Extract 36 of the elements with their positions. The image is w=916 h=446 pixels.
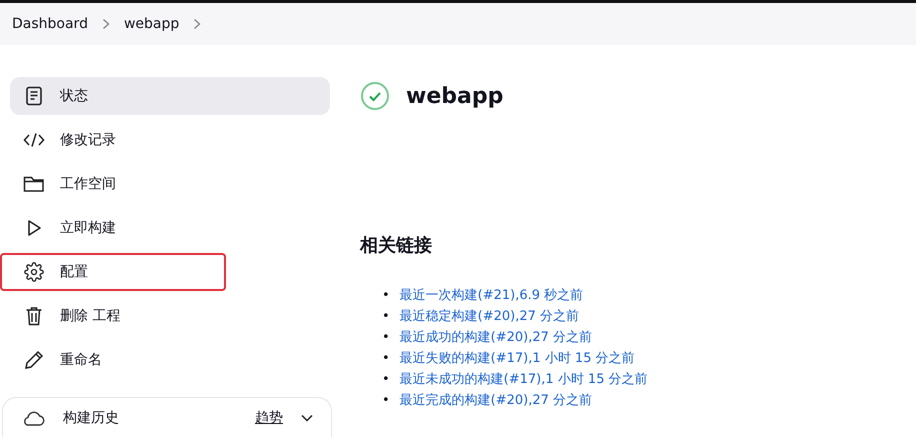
build-link[interactable]: 最近未成功的构建(#17),1 小时 15 分之前 xyxy=(400,369,648,390)
build-link[interactable]: 最近失败的构建(#17),1 小时 15 分之前 xyxy=(400,348,635,369)
bullet: • xyxy=(382,392,390,410)
build-link[interactable]: 最近完成的构建(#20),27 分之前 xyxy=(400,390,592,411)
document-icon xyxy=(25,86,43,106)
sidebar-item[interactable]: 立即构建 xyxy=(10,209,330,247)
bullet: • xyxy=(382,308,390,326)
chevron-right-icon[interactable] xyxy=(102,18,110,30)
breadcrumb-link[interactable]: webapp xyxy=(124,16,180,32)
pencil-icon xyxy=(24,350,44,370)
trend-link[interactable]: 趋势 xyxy=(255,408,283,426)
bullet: • xyxy=(382,350,390,368)
play-icon xyxy=(25,219,43,237)
sidebar-item[interactable]: 删除 工程 xyxy=(10,297,330,335)
folder-icon xyxy=(23,175,45,193)
build-link[interactable]: 最近成功的构建(#20),27 分之前 xyxy=(400,327,592,348)
build-link[interactable]: 最近稳定构建(#20),27 分之前 xyxy=(400,306,580,327)
section-heading: 相关链接 xyxy=(360,234,433,257)
sidebar-item[interactable]: 工作空间 xyxy=(10,165,330,203)
page-title: webapp xyxy=(406,84,504,108)
sidebar-item[interactable]: 配置 xyxy=(0,253,226,291)
sidebar-item[interactable]: 重命名 xyxy=(10,341,330,379)
bullet: • xyxy=(382,329,390,347)
chevron-right-icon[interactable] xyxy=(193,18,202,30)
chevron-down-icon[interactable] xyxy=(301,414,313,422)
bullet: • xyxy=(382,371,390,389)
bullet: • xyxy=(382,287,390,305)
breadcrumb-link[interactable]: Dashboard xyxy=(12,16,88,32)
code-icon xyxy=(23,132,45,148)
sidebar-item[interactable]: 状态 xyxy=(10,77,330,115)
sidebar-item[interactable]: 修改记录 xyxy=(10,121,330,159)
card-title: 构建历史 xyxy=(63,408,120,426)
trash-icon xyxy=(25,306,43,326)
cloud-icon xyxy=(21,410,45,426)
settings-icon xyxy=(24,262,44,282)
build-link[interactable]: 最近一次构建(#21),6.9 秒之前 xyxy=(400,285,584,306)
